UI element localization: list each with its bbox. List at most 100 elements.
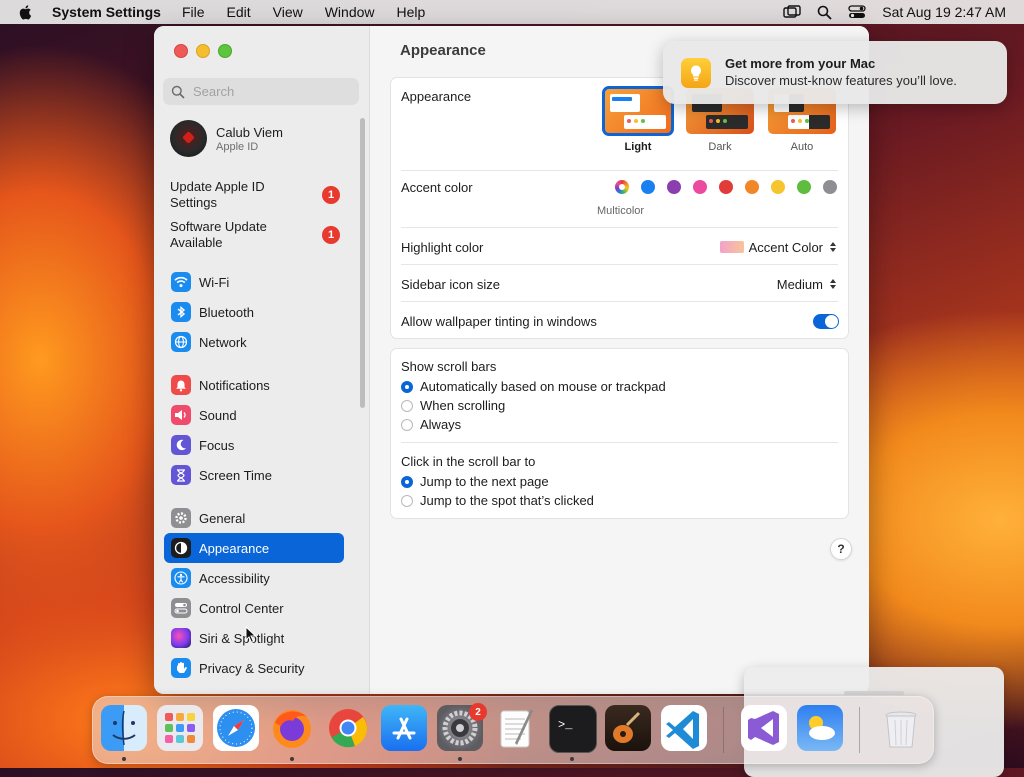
sidebar-item-label: Appearance <box>199 540 270 556</box>
sidebar-item-appearance[interactable]: Appearance <box>164 533 344 563</box>
menu-edit[interactable]: Edit <box>227 4 251 20</box>
theme-light-option[interactable]: Light <box>602 86 674 153</box>
menu-view[interactable]: View <box>273 4 303 20</box>
sidebar-item-bluetooth[interactable]: Bluetooth <box>164 297 344 327</box>
radio-label: When scrolling <box>420 398 506 413</box>
notification-banner[interactable]: Get more from your Mac Discover must-kno… <box>663 41 1007 104</box>
dock-chrome-icon[interactable] <box>325 705 371 751</box>
control-center-icon[interactable] <box>848 5 866 19</box>
divider <box>401 227 838 228</box>
sidebar-item-screen-time[interactable]: Screen Time <box>164 460 344 490</box>
search-field[interactable] <box>163 78 359 105</box>
dock-weather-icon[interactable] <box>797 705 843 751</box>
accent-swatch-red[interactable] <box>719 180 733 194</box>
menu-window[interactable]: Window <box>325 4 375 20</box>
close-window-button[interactable] <box>174 44 188 58</box>
sidebar-item-label: Notifications <box>199 377 270 393</box>
dock-visual-studio-icon[interactable] <box>741 705 787 751</box>
scroll-bars-card: Show scroll bars Automatically based on … <box>390 348 849 519</box>
sidebar-item-network[interactable]: Network <box>164 327 344 357</box>
globe-icon <box>171 332 191 352</box>
sidebar-item-focus[interactable]: Focus <box>164 430 344 460</box>
siri-icon <box>171 628 191 648</box>
zoom-window-button[interactable] <box>218 44 232 58</box>
switches-icon <box>171 598 191 618</box>
apple-menu-icon[interactable] <box>18 4 34 20</box>
sidebar-scrollbar[interactable] <box>360 118 365 408</box>
popup-stepper-icon <box>828 276 838 292</box>
avatar <box>170 120 207 157</box>
highlight-color-label: Highlight color <box>401 240 484 255</box>
divider <box>401 442 838 443</box>
sidebar-item-label: Sound <box>199 407 237 423</box>
svg-text:>_: >_ <box>558 718 573 732</box>
dock-textedit-icon[interactable] <box>493 705 539 751</box>
settings-content: Appearance Appearance Light Dark Auto Ac… <box>370 26 869 694</box>
click-spot-radio[interactable]: Jump to the spot that’s clicked <box>401 493 594 508</box>
dock-terminal-icon[interactable]: >_ <box>549 705 597 753</box>
accessibility-icon <box>171 568 191 588</box>
search-input[interactable] <box>191 83 355 100</box>
accent-swatch-orange[interactable] <box>745 180 759 194</box>
accent-swatch-purple[interactable] <box>667 180 681 194</box>
dock-safari-icon[interactable] <box>213 705 259 751</box>
wallpaper-tinting-toggle[interactable] <box>813 314 839 329</box>
accent-swatch-yellow[interactable] <box>771 180 785 194</box>
divider <box>401 301 838 302</box>
help-button[interactable]: ? <box>830 538 852 560</box>
dock-finder-icon[interactable] <box>101 705 147 751</box>
sidebar-item-privacy-security[interactable]: Privacy & Security <box>164 653 344 683</box>
notification-title: Get more from your Mac <box>725 56 876 71</box>
notice-label: Update Apple ID Settings <box>170 179 265 210</box>
software-update-notice[interactable]: Software Update Available 1 <box>170 219 340 251</box>
accent-swatch-graphite[interactable] <box>823 180 837 194</box>
menu-file[interactable]: File <box>182 4 205 20</box>
sidebar-item-label: Siri & Spotlight <box>199 630 285 646</box>
sidebar-item-wifi[interactable]: Wi-Fi <box>164 267 344 297</box>
dock-launchpad-icon[interactable] <box>157 705 203 751</box>
scroll-bars-when-scrolling-radio[interactable]: When scrolling <box>401 398 505 413</box>
accent-swatch-pink[interactable] <box>693 180 707 194</box>
dock-garageband-icon[interactable] <box>605 705 651 751</box>
sidebar-icon-size-popup[interactable]: Medium <box>777 276 838 292</box>
accent-swatch-blue[interactable] <box>641 180 655 194</box>
radio-button <box>401 380 413 393</box>
screen-mirroring-icon[interactable] <box>783 5 801 19</box>
radio-label: Jump to the next page <box>420 474 549 489</box>
sidebar-item-sound[interactable]: Sound <box>164 400 344 430</box>
speaker-icon <box>171 405 191 425</box>
menu-app-name[interactable]: System Settings <box>52 4 161 20</box>
sidebar-item-control-center[interactable]: Control Center <box>164 593 344 623</box>
page-title: Appearance <box>400 42 486 59</box>
running-indicator <box>122 757 126 761</box>
scroll-bars-automatic-radio[interactable]: Automatically based on mouse or trackpad <box>401 379 666 394</box>
accent-swatch-green[interactable] <box>797 180 811 194</box>
sidebar-item-general[interactable]: General <box>164 503 344 533</box>
theme-label: Dark <box>708 141 732 153</box>
dock-trash-icon[interactable] <box>878 705 924 751</box>
dock-firefox-icon[interactable] <box>269 705 315 751</box>
account-name: Calub Viem <box>216 124 283 140</box>
update-apple-id-notice[interactable]: Update Apple ID Settings 1 <box>170 179 340 211</box>
accent-swatch-multicolor[interactable] <box>615 180 629 194</box>
dock-vscode-icon[interactable] <box>661 705 707 751</box>
scroll-bars-always-radio[interactable]: Always <box>401 417 461 432</box>
sidebar-item-notifications[interactable]: Notifications <box>164 370 344 400</box>
apple-id-account[interactable]: Calub Viem Apple ID <box>170 120 283 157</box>
click-next-page-radio[interactable]: Jump to the next page <box>401 474 549 489</box>
running-indicator <box>570 757 574 761</box>
sidebar-item-label: Control Center <box>199 600 284 616</box>
sidebar-item-accessibility[interactable]: Accessibility <box>164 563 344 593</box>
hand-icon <box>171 658 191 678</box>
menu-clock[interactable]: Sat Aug 19 2:47 AM <box>882 4 1006 20</box>
highlight-color-popup[interactable]: Accent Color <box>719 239 838 255</box>
lightbulb-icon <box>681 58 711 88</box>
window-controls <box>174 44 232 58</box>
dock-app-store-icon[interactable] <box>381 705 427 751</box>
sidebar-item-label: Focus <box>199 437 235 453</box>
dock-badge: 2 <box>469 703 487 721</box>
minimize-window-button[interactable] <box>196 44 210 58</box>
spotlight-search-icon[interactable] <box>817 5 832 20</box>
menu-help[interactable]: Help <box>397 4 426 20</box>
show-scroll-bars-label: Show scroll bars <box>401 359 497 374</box>
